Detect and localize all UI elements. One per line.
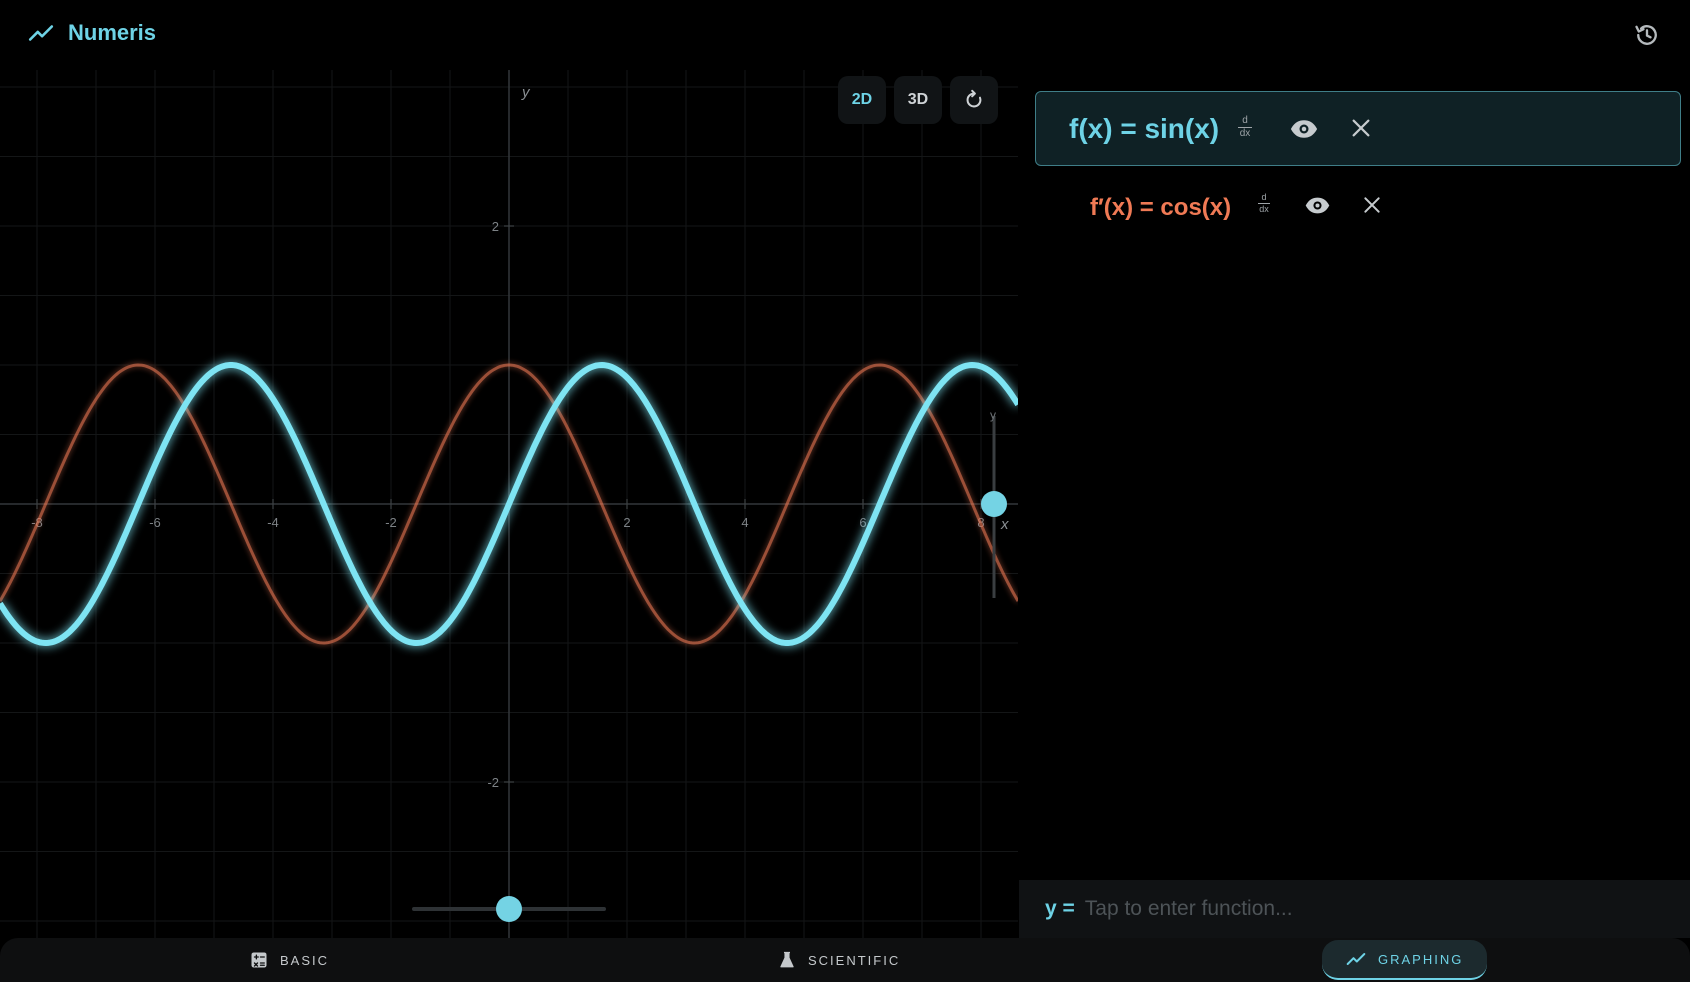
view-mode-toggles: 2D 3D (838, 76, 998, 124)
x-tick-label: 2 (623, 515, 630, 530)
trend-icon (28, 25, 54, 41)
visibility-toggle[interactable] (1289, 114, 1319, 144)
history-button[interactable] (1630, 18, 1664, 52)
x-tick-label: 6 (859, 515, 866, 530)
function-expression[interactable]: f′(x) = cos(x) (1090, 194, 1231, 222)
close-icon (1364, 197, 1380, 213)
calculator-icon (251, 952, 267, 968)
vertical-trace-slider[interactable]: y (981, 408, 1007, 598)
app-header: Numeris (0, 0, 1690, 70)
remove-function-button[interactable] (1350, 117, 1372, 139)
function-row-derivative[interactable]: f′(x) = cos(x) d dx (1090, 186, 1490, 230)
vertical-slider-label: y (990, 408, 996, 422)
trend-icon (1346, 953, 1366, 965)
nav-basic-label: BASIC (280, 952, 330, 968)
derivative-button[interactable]: d dx (1258, 193, 1270, 214)
x-tick-label: 4 (741, 515, 748, 530)
function-card-selected[interactable]: f(x) = sin(x) d dx (1035, 91, 1681, 166)
nav-scientific[interactable]: SCIENTIFIC (778, 938, 900, 982)
input-prefix: y = (1045, 897, 1075, 920)
visibility-toggle[interactable] (1304, 192, 1331, 219)
history-icon (1635, 25, 1657, 45)
x-tick-label: -2 (385, 515, 397, 530)
bottom-navigation: BASIC SCIENTIFIC GRAPHING (0, 938, 1690, 982)
eye-icon (1305, 197, 1330, 214)
nav-graphing[interactable]: GRAPHING (1322, 940, 1488, 980)
reset-view-button[interactable] (950, 76, 998, 124)
refresh-icon (966, 89, 982, 108)
graph-canvas[interactable]: -8 -6 -4 -2 2 4 6 8 2 -2 y x y (0, 70, 1018, 938)
derivative-button[interactable]: d dx (1238, 116, 1252, 139)
nav-graphing-label: GRAPHING (1378, 951, 1464, 967)
x-tick-label: -4 (267, 515, 279, 530)
eye-icon (1290, 120, 1318, 138)
function-input-bar[interactable]: y = (1019, 880, 1690, 938)
app-title: Numeris (68, 20, 157, 45)
horizontal-slider-handle[interactable] (496, 896, 522, 922)
vertical-slider-handle[interactable] (981, 491, 1007, 517)
app-brand: Numeris (28, 20, 156, 46)
horizontal-trace-slider[interactable] (412, 896, 606, 922)
close-icon (1352, 119, 1370, 137)
function-input[interactable] (1082, 896, 1643, 922)
x-axis-label: x (1000, 516, 1009, 533)
function-expression[interactable]: f(x) = sin(x) (1069, 113, 1219, 145)
mode-3d-button[interactable]: 3D (894, 76, 942, 124)
function-plot[interactable]: -8 -6 -4 -2 2 4 6 82-2 y x y (0, 70, 1018, 938)
flask-icon (780, 951, 794, 968)
nav-basic[interactable]: BASIC (250, 938, 329, 982)
x-tick-label: -6 (149, 515, 161, 530)
mode-2d-button[interactable]: 2D (838, 76, 886, 124)
nav-scientific-label: SCIENTIFIC (808, 952, 901, 968)
y-tick-label: 2 (492, 219, 499, 234)
function-list-panel: f(x) = sin(x) d dx f′(x) = cos(x) d dx (1018, 70, 1690, 880)
remove-function-button[interactable] (1362, 195, 1382, 215)
y-tick-label: -2 (487, 775, 499, 790)
